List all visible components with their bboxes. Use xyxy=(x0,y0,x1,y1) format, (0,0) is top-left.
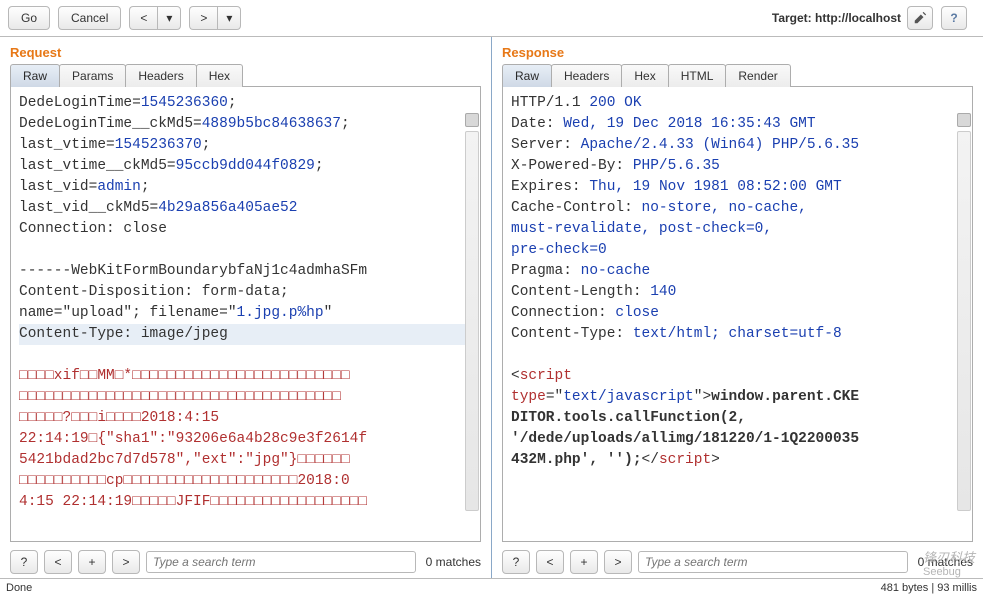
editor-line: Connection: close xyxy=(511,303,964,324)
editor-line: last_vtime=1545236370; xyxy=(19,135,472,156)
editor-line: X-Powered-By: PHP/5.6.35 xyxy=(511,156,964,177)
forward-button[interactable]: > xyxy=(189,6,217,30)
request-tab-raw[interactable]: Raw xyxy=(10,64,60,87)
request-raw-editor[interactable]: DedeLoginTime=1545236360;DedeLoginTime__… xyxy=(11,87,480,541)
back-dropdown-icon[interactable]: ▾ xyxy=(157,6,181,30)
search-prev-button[interactable]: < xyxy=(44,550,72,574)
target-label: Target: http://localhost xyxy=(772,11,901,25)
forward-dropdown-icon[interactable]: ▾ xyxy=(217,6,241,30)
editor-line: must-revalidate, post-check=0, xyxy=(511,219,964,240)
request-search-row: ? < + > 0 matches xyxy=(0,546,491,578)
editor-line xyxy=(511,345,964,366)
request-tabs: RawParamsHeadersHex xyxy=(0,64,491,87)
go-button[interactable]: Go xyxy=(8,6,50,30)
editor-line: 432M.php', '');</script> xyxy=(511,450,964,471)
response-content-wrap: HTTP/1.1 200 OKDate: Wed, 19 Dec 2018 16… xyxy=(502,87,973,542)
editor-line: Content-Disposition: form-data; xyxy=(19,282,472,303)
editor-line: ------WebKitFormBoundarybfaNj1c4admhaSFm xyxy=(19,261,472,282)
help-button[interactable]: ? xyxy=(941,6,967,30)
editor-line: type="text/javascript">window.parent.CKE xyxy=(511,387,964,408)
response-tab-html[interactable]: HTML xyxy=(668,64,727,87)
status-bar: Done 481 bytes | 93 millis xyxy=(0,578,983,596)
editor-line: □□□□□□□□□□□□□□□□□□□□□□□□□□□□□□□□□□□□□ xyxy=(19,387,472,408)
pencil-icon xyxy=(913,11,927,25)
back-button[interactable]: < xyxy=(129,6,157,30)
request-match-count: 0 matches xyxy=(426,555,481,569)
response-search-row: ? < + > 0 matches xyxy=(492,546,983,578)
back-forward-group-2: > ▾ xyxy=(189,6,241,30)
editor-line: Connection: close xyxy=(19,219,472,240)
editor-line: last_vid__ckMd5=4b29a856a405ae52 xyxy=(19,198,472,219)
response-pane: Response RawHeadersHexHTMLRender HTTP/1.… xyxy=(491,37,983,578)
search-help-button[interactable]: ? xyxy=(10,550,38,574)
editor-line: DITOR.tools.callFunction(2, xyxy=(511,408,964,429)
response-tab-render[interactable]: Render xyxy=(725,64,790,87)
editor-line xyxy=(19,240,472,261)
cancel-button[interactable]: Cancel xyxy=(58,6,121,30)
editor-line: Expires: Thu, 19 Nov 1981 08:52:00 GMT xyxy=(511,177,964,198)
editor-line: Content-Length: 140 xyxy=(511,282,964,303)
editor-line: pre-check=0 xyxy=(511,240,964,261)
editor-line: □□□□xif□□MM□*□□□□□□□□□□□□□□□□□□□□□□□□□ xyxy=(19,366,472,387)
request-tab-hex[interactable]: Hex xyxy=(196,64,243,87)
editor-line: 22:14:19□{"sha1":"93206e6a4b28c9e3f2614f xyxy=(19,429,472,450)
editor-line: Cache-Control: no-store, no-cache, xyxy=(511,198,964,219)
request-tab-params[interactable]: Params xyxy=(59,64,126,87)
search-add-button[interactable]: + xyxy=(570,550,598,574)
editor-line: HTTP/1.1 200 OK xyxy=(511,93,964,114)
request-content-wrap: DedeLoginTime=1545236360;DedeLoginTime__… xyxy=(10,87,481,542)
editor-line: last_vid=admin; xyxy=(19,177,472,198)
panes: Request RawParamsHeadersHex DedeLoginTim… xyxy=(0,37,983,578)
editor-line: Pragma: no-cache xyxy=(511,261,964,282)
editor-line: name="upload"; filename="1.jpg.p%hp" xyxy=(19,303,472,324)
status-left: Done xyxy=(6,582,32,594)
vertical-scrollbar[interactable] xyxy=(957,131,971,511)
request-title: Request xyxy=(0,37,491,64)
editor-line: '/dede/uploads/allimg/181220/1-1Q2200035 xyxy=(511,429,964,450)
scroll-up-icon[interactable] xyxy=(465,113,479,127)
editor-line: 4:15 22:14:19□□□□□JFIF□□□□□□□□□□□□□□□□□□ xyxy=(19,492,472,513)
editor-line: □□□□□□□□□□cp□□□□□□□□□□□□□□□□□□□□2018:0 xyxy=(19,471,472,492)
question-icon: ? xyxy=(950,11,957,25)
request-tab-headers[interactable]: Headers xyxy=(125,64,196,87)
editor-line: last_vtime__ckMd5=95ccb9dd044f0829; xyxy=(19,156,472,177)
response-tab-raw[interactable]: Raw xyxy=(502,64,552,87)
editor-line: □□□□□?□□□i□□□□2018:4:15 xyxy=(19,408,472,429)
search-help-button[interactable]: ? xyxy=(502,550,530,574)
response-tab-hex[interactable]: Hex xyxy=(621,64,668,87)
editor-line: Content-Type: image/jpeg xyxy=(19,324,472,345)
editor-line: Date: Wed, 19 Dec 2018 16:35:43 GMT xyxy=(511,114,964,135)
response-search-input[interactable] xyxy=(638,551,908,573)
editor-line: DedeLoginTime=1545236360; xyxy=(19,93,472,114)
back-forward-group-1: < ▾ xyxy=(129,6,181,30)
editor-line: Server: Apache/2.4.33 (Win64) PHP/5.6.35 xyxy=(511,135,964,156)
search-add-button[interactable]: + xyxy=(78,550,106,574)
response-tab-headers[interactable]: Headers xyxy=(551,64,622,87)
search-next-button[interactable]: > xyxy=(604,550,632,574)
response-title: Response xyxy=(492,37,983,64)
search-prev-button[interactable]: < xyxy=(536,550,564,574)
editor-line: Content-Type: text/html; charset=utf-8 xyxy=(511,324,964,345)
edit-target-button[interactable] xyxy=(907,6,933,30)
editor-line: 5421bdad2bc7d7d578","ext":"jpg"}□□□□□□ xyxy=(19,450,472,471)
response-tabs: RawHeadersHexHTMLRender xyxy=(492,64,983,87)
search-next-button[interactable]: > xyxy=(112,550,140,574)
response-match-count: 0 matches xyxy=(918,555,973,569)
request-search-input[interactable] xyxy=(146,551,416,573)
top-toolbar: Go Cancel < ▾ > ▾ Target: http://localho… xyxy=(0,0,983,37)
scroll-up-icon[interactable] xyxy=(957,113,971,127)
vertical-scrollbar[interactable] xyxy=(465,131,479,511)
editor-line: <script xyxy=(511,366,964,387)
status-right: 481 bytes | 93 millis xyxy=(881,582,977,594)
editor-line: DedeLoginTime__ckMd5=4889b5bc84638637; xyxy=(19,114,472,135)
response-raw-editor[interactable]: HTTP/1.1 200 OKDate: Wed, 19 Dec 2018 16… xyxy=(503,87,972,541)
editor-line xyxy=(19,345,472,366)
request-pane: Request RawParamsHeadersHex DedeLoginTim… xyxy=(0,37,491,578)
